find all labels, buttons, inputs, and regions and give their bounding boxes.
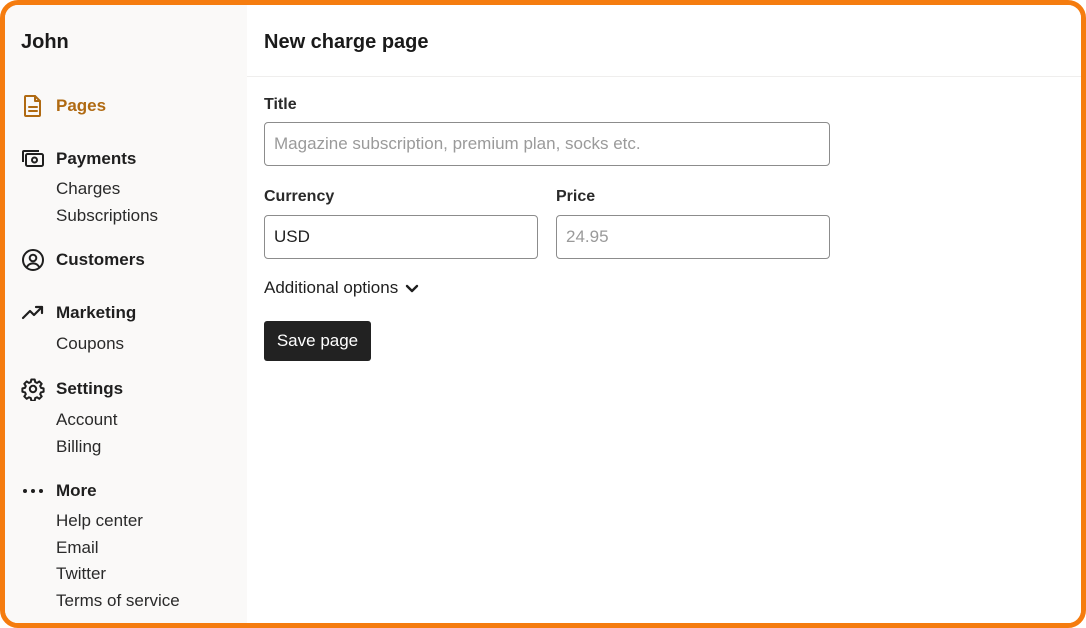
app-frame: John Pages Payments Charges Subscription…: [0, 0, 1086, 628]
sidebar-item-subscriptions[interactable]: Subscriptions: [56, 203, 158, 230]
sidebar-item-label: Customers: [56, 250, 145, 269]
sidebar-item-label: Pages: [56, 96, 107, 115]
nav-group-marketing: Marketing Coupons: [21, 301, 136, 358]
nav-group-payments: Payments Charges Subscriptions: [21, 147, 158, 229]
price-input[interactable]: [556, 215, 830, 259]
brand-name: John: [21, 31, 69, 53]
additional-options-toggle[interactable]: Additional options: [264, 278, 420, 298]
sidebar-item-marketing[interactable]: Marketing: [21, 301, 136, 325]
additional-options-label: Additional options: [264, 278, 399, 297]
sidebar-item-charges[interactable]: Charges: [56, 176, 158, 203]
sidebar-item-label: Marketing: [56, 303, 137, 322]
chevron-down-icon: [404, 280, 420, 296]
price-label: Price: [556, 188, 596, 205]
nav-group-customers: Customers: [21, 248, 145, 272]
sidebar-item-label: Settings: [56, 379, 124, 398]
sidebar-item-settings[interactable]: Settings: [21, 377, 123, 401]
currency-input[interactable]: [264, 215, 538, 259]
ellipsis-icon: [21, 479, 45, 503]
page-title: New charge page: [264, 31, 429, 53]
sidebar-item-payments[interactable]: Payments: [21, 147, 158, 171]
sidebar-item-label: Payments: [56, 149, 137, 168]
sidebar-item-customers[interactable]: Customers: [21, 248, 145, 272]
cash-icon: [21, 147, 45, 171]
sidebar-item-terms-of-service[interactable]: Terms of service: [56, 588, 180, 615]
page-header: New charge page: [247, 5, 1081, 77]
sidebar-item-coupons[interactable]: Coupons: [56, 331, 136, 358]
title-input[interactable]: [264, 122, 830, 166]
gear-icon: [21, 377, 45, 401]
sidebar-item-pages[interactable]: Pages: [21, 94, 106, 118]
sidebar-item-label: More: [56, 481, 97, 500]
sidebar-item-email[interactable]: Email: [56, 535, 180, 562]
sidebar-item-twitter[interactable]: Twitter: [56, 561, 180, 588]
sidebar-item-billing[interactable]: Billing: [56, 434, 123, 461]
trending-up-icon: [21, 301, 45, 325]
nav-group-pages: Pages: [21, 94, 106, 118]
title-label: Title: [264, 96, 297, 113]
user-circle-icon: [21, 248, 45, 272]
sidebar: John Pages Payments Charges Subscription…: [5, 5, 247, 623]
save-page-button[interactable]: Save page: [264, 321, 371, 361]
sidebar-item-more[interactable]: More: [21, 479, 180, 503]
document-icon: [21, 94, 45, 118]
currency-label: Currency: [264, 188, 335, 205]
main-content: New charge page Title Currency Price Add…: [247, 5, 1081, 623]
sidebar-item-help-center[interactable]: Help center: [56, 508, 180, 535]
nav-group-settings: Settings Account Billing: [21, 377, 123, 460]
nav-group-more: More Help center Email Twitter Terms of …: [21, 479, 180, 614]
sidebar-item-account[interactable]: Account: [56, 407, 123, 434]
